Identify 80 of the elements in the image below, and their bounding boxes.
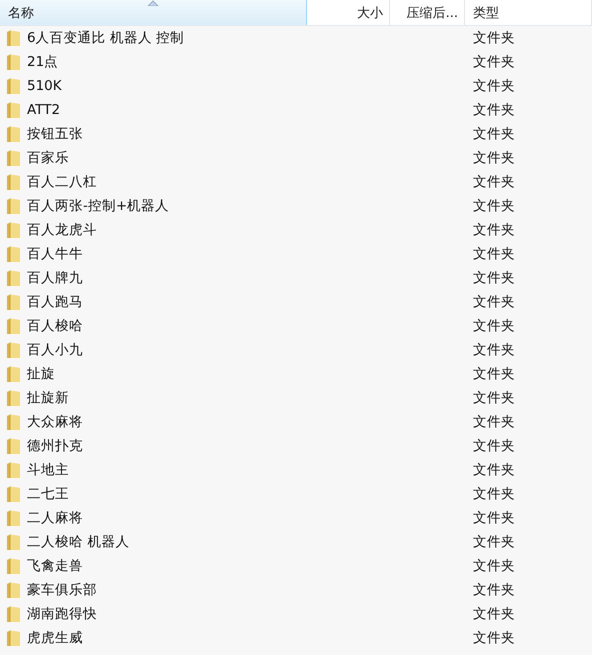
- folder-icon: [6, 509, 21, 527]
- folder-icon: [6, 461, 21, 479]
- file-name[interactable]: 百人小九: [27, 341, 83, 359]
- file-type: 文件夹: [472, 629, 516, 647]
- file-type: 文件夹: [472, 485, 516, 503]
- file-type: 文件夹: [472, 605, 516, 623]
- folder-icon: [6, 557, 21, 575]
- folder-icon: [6, 413, 21, 431]
- folder-icon: [6, 245, 21, 263]
- file-name[interactable]: 按钮五张: [27, 125, 83, 143]
- file-type: 文件夹: [472, 509, 516, 527]
- file-type: 文件夹: [472, 389, 516, 407]
- folder-icon: [6, 581, 21, 599]
- file-name[interactable]: 6人百变通比 机器人 控制: [27, 29, 184, 47]
- file-type: 文件夹: [472, 125, 516, 143]
- folder-icon: [6, 317, 21, 335]
- folder-icon: [6, 53, 21, 71]
- folder-icon: [6, 533, 21, 551]
- file-type: 文件夹: [472, 557, 516, 575]
- file-name[interactable]: 百人牌九: [27, 269, 83, 287]
- folder-icon: [6, 197, 21, 215]
- file-name[interactable]: 二人梭哈 机器人: [27, 533, 130, 551]
- file-name[interactable]: 飞禽走兽: [27, 557, 83, 575]
- file-type: 文件夹: [472, 413, 516, 431]
- folder-icon: [6, 77, 21, 95]
- folder-icon: [6, 101, 21, 119]
- folder-icon: [6, 629, 21, 647]
- file-name[interactable]: 百人跑马: [27, 293, 83, 311]
- file-type: 文件夹: [472, 77, 516, 95]
- file-type: 文件夹: [472, 293, 516, 311]
- file-type: 文件夹: [472, 269, 516, 287]
- file-type: 文件夹: [472, 365, 516, 383]
- folder-icon: [6, 269, 21, 287]
- file-type: 文件夹: [472, 581, 516, 599]
- file-name[interactable]: 百家乐: [27, 149, 69, 167]
- file-type: 文件夹: [472, 53, 516, 71]
- file-type: 文件夹: [472, 221, 516, 239]
- file-name[interactable]: 虎虎生威: [27, 629, 83, 647]
- file-name[interactable]: 德州扑克: [27, 437, 83, 455]
- folder-icon: [6, 341, 21, 359]
- file-name[interactable]: 大众麻将: [27, 413, 83, 431]
- file-name[interactable]: 百人二八杠: [27, 173, 97, 191]
- file-type: 文件夹: [472, 245, 516, 263]
- folder-icon: [6, 365, 21, 383]
- folder-icon: [6, 389, 21, 407]
- file-name[interactable]: ATT2: [27, 102, 60, 118]
- file-name[interactable]: 百人梭哈: [27, 317, 83, 335]
- file-type: 文件夹: [472, 341, 516, 359]
- sort-arrow-icon: [147, 0, 159, 6]
- folder-icon: [6, 221, 21, 239]
- file-name[interactable]: 21点: [27, 53, 58, 71]
- file-type: 文件夹: [472, 533, 516, 551]
- file-name[interactable]: 百人两张-控制+机器人: [27, 197, 170, 215]
- folder-icon: [6, 293, 21, 311]
- file-name[interactable]: 百人龙虎斗: [27, 221, 97, 239]
- file-type: 文件夹: [472, 317, 516, 335]
- file-name[interactable]: 湖南跑得快: [27, 605, 97, 623]
- folder-icon: [6, 173, 21, 191]
- file-type: 文件夹: [472, 437, 516, 455]
- file-name[interactable]: 豪车俱乐部: [27, 581, 97, 599]
- file-name[interactable]: 二人麻将: [27, 509, 83, 527]
- file-type: 文件夹: [472, 461, 516, 479]
- file-name[interactable]: 510K: [27, 78, 62, 94]
- file-name[interactable]: 扯旋新: [27, 389, 69, 407]
- file-type: 文件夹: [472, 197, 516, 215]
- folder-icon: [6, 29, 21, 47]
- folder-icon: [6, 605, 21, 623]
- folder-icon: [6, 149, 21, 167]
- file-name[interactable]: 扯旋: [27, 365, 55, 383]
- file-type: 文件夹: [472, 29, 516, 47]
- file-type: 文件夹: [472, 173, 516, 191]
- file-type: 文件夹: [472, 149, 516, 167]
- folder-icon: [6, 437, 21, 455]
- file-name[interactable]: 二七王: [27, 485, 69, 503]
- file-name[interactable]: 斗地主: [27, 461, 69, 479]
- file-name[interactable]: 百人牛牛: [27, 245, 83, 263]
- column-header[interactable]: 名称: [0, 0, 307, 25]
- file-type: 文件夹: [472, 101, 516, 119]
- folder-icon: [6, 125, 21, 143]
- folder-icon: [6, 485, 21, 503]
